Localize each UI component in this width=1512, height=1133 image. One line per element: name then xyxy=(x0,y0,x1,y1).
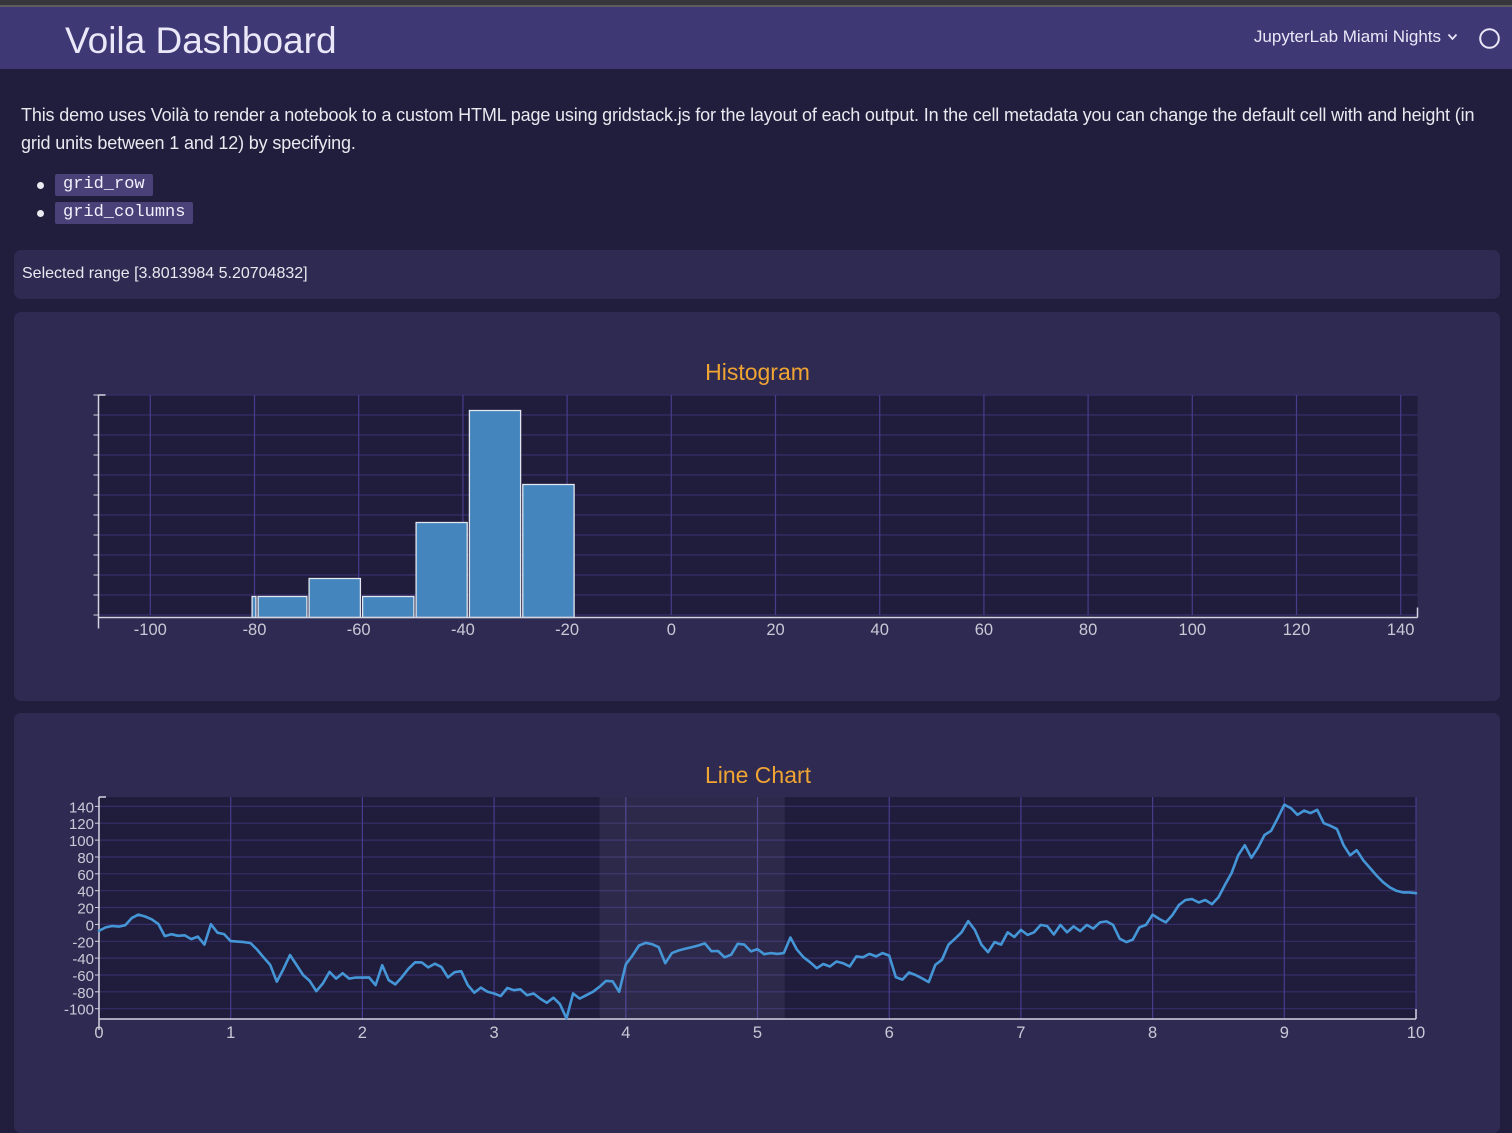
svg-text:20: 20 xyxy=(77,901,94,918)
svg-text:40: 40 xyxy=(871,621,889,639)
svg-text:0: 0 xyxy=(86,917,94,934)
svg-text:1: 1 xyxy=(226,1024,235,1042)
svg-text:Histogram: Histogram xyxy=(705,359,810,385)
svg-text:80: 80 xyxy=(1079,621,1097,639)
svg-text:2: 2 xyxy=(358,1024,367,1042)
svg-text:120: 120 xyxy=(69,816,94,833)
svg-text:-100: -100 xyxy=(134,621,167,639)
svg-text:-60: -60 xyxy=(347,621,371,639)
svg-text:3: 3 xyxy=(490,1024,499,1042)
svg-text:140: 140 xyxy=(69,799,94,816)
svg-text:20: 20 xyxy=(766,621,784,639)
svg-text:-40: -40 xyxy=(451,621,475,639)
svg-text:7: 7 xyxy=(1016,1024,1025,1042)
svg-text:4: 4 xyxy=(621,1024,630,1042)
svg-text:120: 120 xyxy=(1283,621,1311,639)
svg-text:-60: -60 xyxy=(72,968,94,985)
svg-text:6: 6 xyxy=(885,1024,894,1042)
svg-text:140: 140 xyxy=(1387,621,1415,639)
svg-text:9: 9 xyxy=(1280,1024,1289,1042)
svg-text:10: 10 xyxy=(1407,1024,1425,1042)
svg-text:100: 100 xyxy=(69,833,94,850)
svg-text:-20: -20 xyxy=(555,621,579,639)
svg-text:80: 80 xyxy=(77,850,94,867)
svg-text:40: 40 xyxy=(77,884,94,901)
svg-text:-100: -100 xyxy=(64,1002,94,1019)
svg-text:-40: -40 xyxy=(72,951,94,968)
svg-text:5: 5 xyxy=(753,1024,762,1042)
svg-text:8: 8 xyxy=(1148,1024,1157,1042)
svg-text:-20: -20 xyxy=(72,934,94,951)
svg-text:60: 60 xyxy=(975,621,993,639)
svg-text:-80: -80 xyxy=(243,621,267,639)
svg-text:-80: -80 xyxy=(72,985,94,1002)
svg-text:100: 100 xyxy=(1179,621,1207,639)
svg-text:60: 60 xyxy=(77,867,94,884)
svg-text:0: 0 xyxy=(94,1024,103,1042)
svg-text:Line Chart: Line Chart xyxy=(705,762,812,788)
svg-text:0: 0 xyxy=(667,621,676,639)
